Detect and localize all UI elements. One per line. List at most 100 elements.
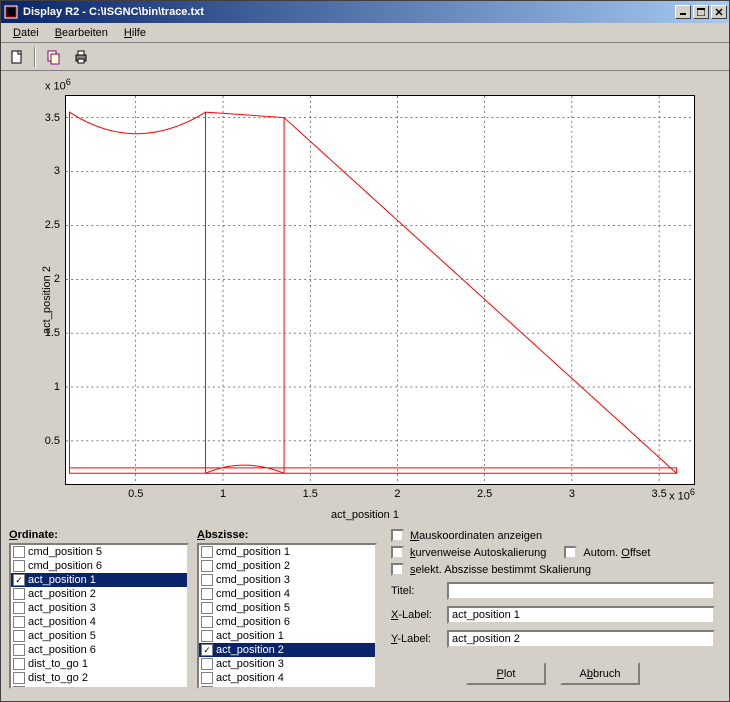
list-item[interactable]: act_position 5 xyxy=(11,629,187,643)
checkbox-icon[interactable] xyxy=(391,529,404,542)
list-item-label: cmd_position 6 xyxy=(216,616,290,628)
checkbox-icon[interactable] xyxy=(13,602,25,614)
menu-hilfe[interactable]: Hilfe xyxy=(116,25,154,41)
list-item[interactable]: dist_to_go 3 xyxy=(11,685,187,689)
chart-canvas[interactable]: 0.511.522.533.5 0.511.522.533.5 xyxy=(65,95,695,485)
list-item-label: dist_to_go 1 xyxy=(28,658,88,670)
titlebar[interactable]: Display R2 - C:\ISGNC\bin\trace.txt xyxy=(1,1,729,23)
abbruch-button[interactable]: Abbruch xyxy=(560,662,640,685)
checkbox-icon[interactable] xyxy=(201,560,213,572)
content: x 106 act_position 2 act_position 1 x 10… xyxy=(1,71,729,701)
toolbar-print-icon[interactable] xyxy=(69,46,92,68)
list-item-label: act_position 3 xyxy=(28,602,96,614)
menu-datei[interactable]: Datei xyxy=(5,25,47,41)
checkbox-icon[interactable] xyxy=(13,588,25,600)
ordinate-column: Ordinate: cmd_position 5cmd_position 6✓a… xyxy=(9,529,189,693)
checkbox-icon[interactable] xyxy=(564,546,577,559)
list-item-label: cmd_position 4 xyxy=(216,588,290,600)
list-item-label: act_position 2 xyxy=(28,588,96,600)
checkbox-icon[interactable] xyxy=(13,672,25,684)
checkbox-icon[interactable] xyxy=(201,672,213,684)
list-item[interactable]: cmd_position 6 xyxy=(199,615,375,629)
opt-selekt[interactable]: selekt. Abszisse bestimmt Skalierung xyxy=(391,563,715,576)
checkbox-icon[interactable] xyxy=(201,588,213,600)
ordinate-label: Ordinate: xyxy=(9,529,189,541)
list-item[interactable]: cmd_position 6 xyxy=(11,559,187,573)
list-item[interactable]: cmd_position 2 xyxy=(199,559,375,573)
list-item[interactable]: ✓act_position 1 xyxy=(11,573,187,587)
x-axis-label: act_position 1 xyxy=(331,509,399,521)
opt-kurvenweise[interactable]: kurvenweise Autoskalierung xyxy=(391,546,546,559)
list-item[interactable]: cmd_position 3 xyxy=(199,573,375,587)
xlabel-input[interactable] xyxy=(447,606,715,624)
list-item-label: cmd_position 6 xyxy=(28,560,102,572)
ordinate-listbox[interactable]: cmd_position 5cmd_position 6✓act_positio… xyxy=(9,543,189,689)
ylabel-label: Y-Label: xyxy=(391,633,441,645)
opt-autom-offset[interactable]: Autom. Offset xyxy=(564,546,650,559)
list-item[interactable]: cmd_position 4 xyxy=(199,587,375,601)
list-item[interactable]: act_position 4 xyxy=(199,671,375,685)
toolbar-separator xyxy=(34,47,36,67)
list-item-label: act_position 2 xyxy=(216,644,284,656)
checkbox-icon[interactable] xyxy=(13,616,25,628)
list-item[interactable]: ✓act_position 2 xyxy=(199,643,375,657)
list-item[interactable]: dist_to_go 2 xyxy=(11,671,187,685)
window-title: Display R2 - C:\ISGNC\bin\trace.txt xyxy=(23,6,204,18)
list-item[interactable]: act_position 3 xyxy=(11,601,187,615)
minimize-button[interactable] xyxy=(675,5,691,19)
toolbar-new-icon[interactable] xyxy=(5,46,28,68)
list-item-label: cmd_position 5 xyxy=(216,602,290,614)
maximize-button[interactable] xyxy=(693,5,709,19)
checkbox-icon[interactable] xyxy=(13,644,25,656)
list-item[interactable]: act_position 3 xyxy=(199,657,375,671)
y-exponent: x 106 xyxy=(45,77,71,93)
checkbox-icon[interactable] xyxy=(13,546,25,558)
list-item[interactable]: cmd_position 5 xyxy=(199,601,375,615)
checkbox-icon[interactable] xyxy=(13,560,25,572)
list-item[interactable]: cmd_position 5 xyxy=(11,545,187,559)
list-item-label: dist_to_go 3 xyxy=(28,686,88,689)
list-item-label: act_position 4 xyxy=(28,616,96,628)
checkbox-icon[interactable]: ✓ xyxy=(201,644,213,656)
checkbox-icon[interactable] xyxy=(13,630,25,642)
checkbox-icon[interactable] xyxy=(201,602,213,614)
abszisse-label: Abszisse: xyxy=(197,529,377,541)
list-item[interactable]: act_position 5 xyxy=(199,685,375,689)
close-button[interactable] xyxy=(711,5,727,19)
list-item[interactable]: act_position 4 xyxy=(11,615,187,629)
toolbar-copy-icon[interactable] xyxy=(42,46,65,68)
checkbox-icon[interactable] xyxy=(13,658,25,670)
list-item-label: cmd_position 2 xyxy=(216,560,290,572)
list-item-label: cmd_position 1 xyxy=(216,546,290,558)
checkbox-icon[interactable] xyxy=(391,563,404,576)
checkbox-icon[interactable] xyxy=(201,546,213,558)
list-item[interactable]: act_position 6 xyxy=(11,643,187,657)
menu-bearbeiten[interactable]: Bearbeiten xyxy=(47,25,116,41)
list-item-label: act_position 5 xyxy=(216,686,284,689)
abszisse-listbox[interactable]: cmd_position 1cmd_position 2cmd_position… xyxy=(197,543,377,689)
list-item-label: act_position 3 xyxy=(216,658,284,670)
checkbox-icon[interactable] xyxy=(201,616,213,628)
y-axis-label: act_position 2 xyxy=(41,266,53,334)
list-item[interactable]: act_position 1 xyxy=(199,629,375,643)
list-item-label: act_position 1 xyxy=(28,574,96,586)
checkbox-icon[interactable] xyxy=(201,686,213,689)
list-item-label: cmd_position 5 xyxy=(28,546,102,558)
titel-input[interactable] xyxy=(447,582,715,600)
plot-button[interactable]: Plot xyxy=(466,662,546,685)
list-item[interactable]: dist_to_go 1 xyxy=(11,657,187,671)
checkbox-icon[interactable] xyxy=(13,686,25,689)
list-item[interactable]: act_position 2 xyxy=(11,587,187,601)
list-item-label: act_position 6 xyxy=(28,644,96,656)
opt-mauskoord[interactable]: Mauskoordinaten anzeigen xyxy=(391,529,715,542)
checkbox-icon[interactable] xyxy=(201,630,213,642)
checkbox-icon[interactable]: ✓ xyxy=(13,574,25,586)
checkbox-icon[interactable] xyxy=(201,658,213,670)
checkbox-icon[interactable] xyxy=(391,546,404,559)
checkbox-icon[interactable] xyxy=(201,574,213,586)
app-window: Display R2 - C:\ISGNC\bin\trace.txt Date… xyxy=(0,0,730,702)
x-exponent: x 106 xyxy=(669,487,695,503)
list-item[interactable]: cmd_position 1 xyxy=(199,545,375,559)
abszisse-column: Abszisse: cmd_position 1cmd_position 2cm… xyxy=(197,529,377,693)
ylabel-input[interactable] xyxy=(447,630,715,648)
